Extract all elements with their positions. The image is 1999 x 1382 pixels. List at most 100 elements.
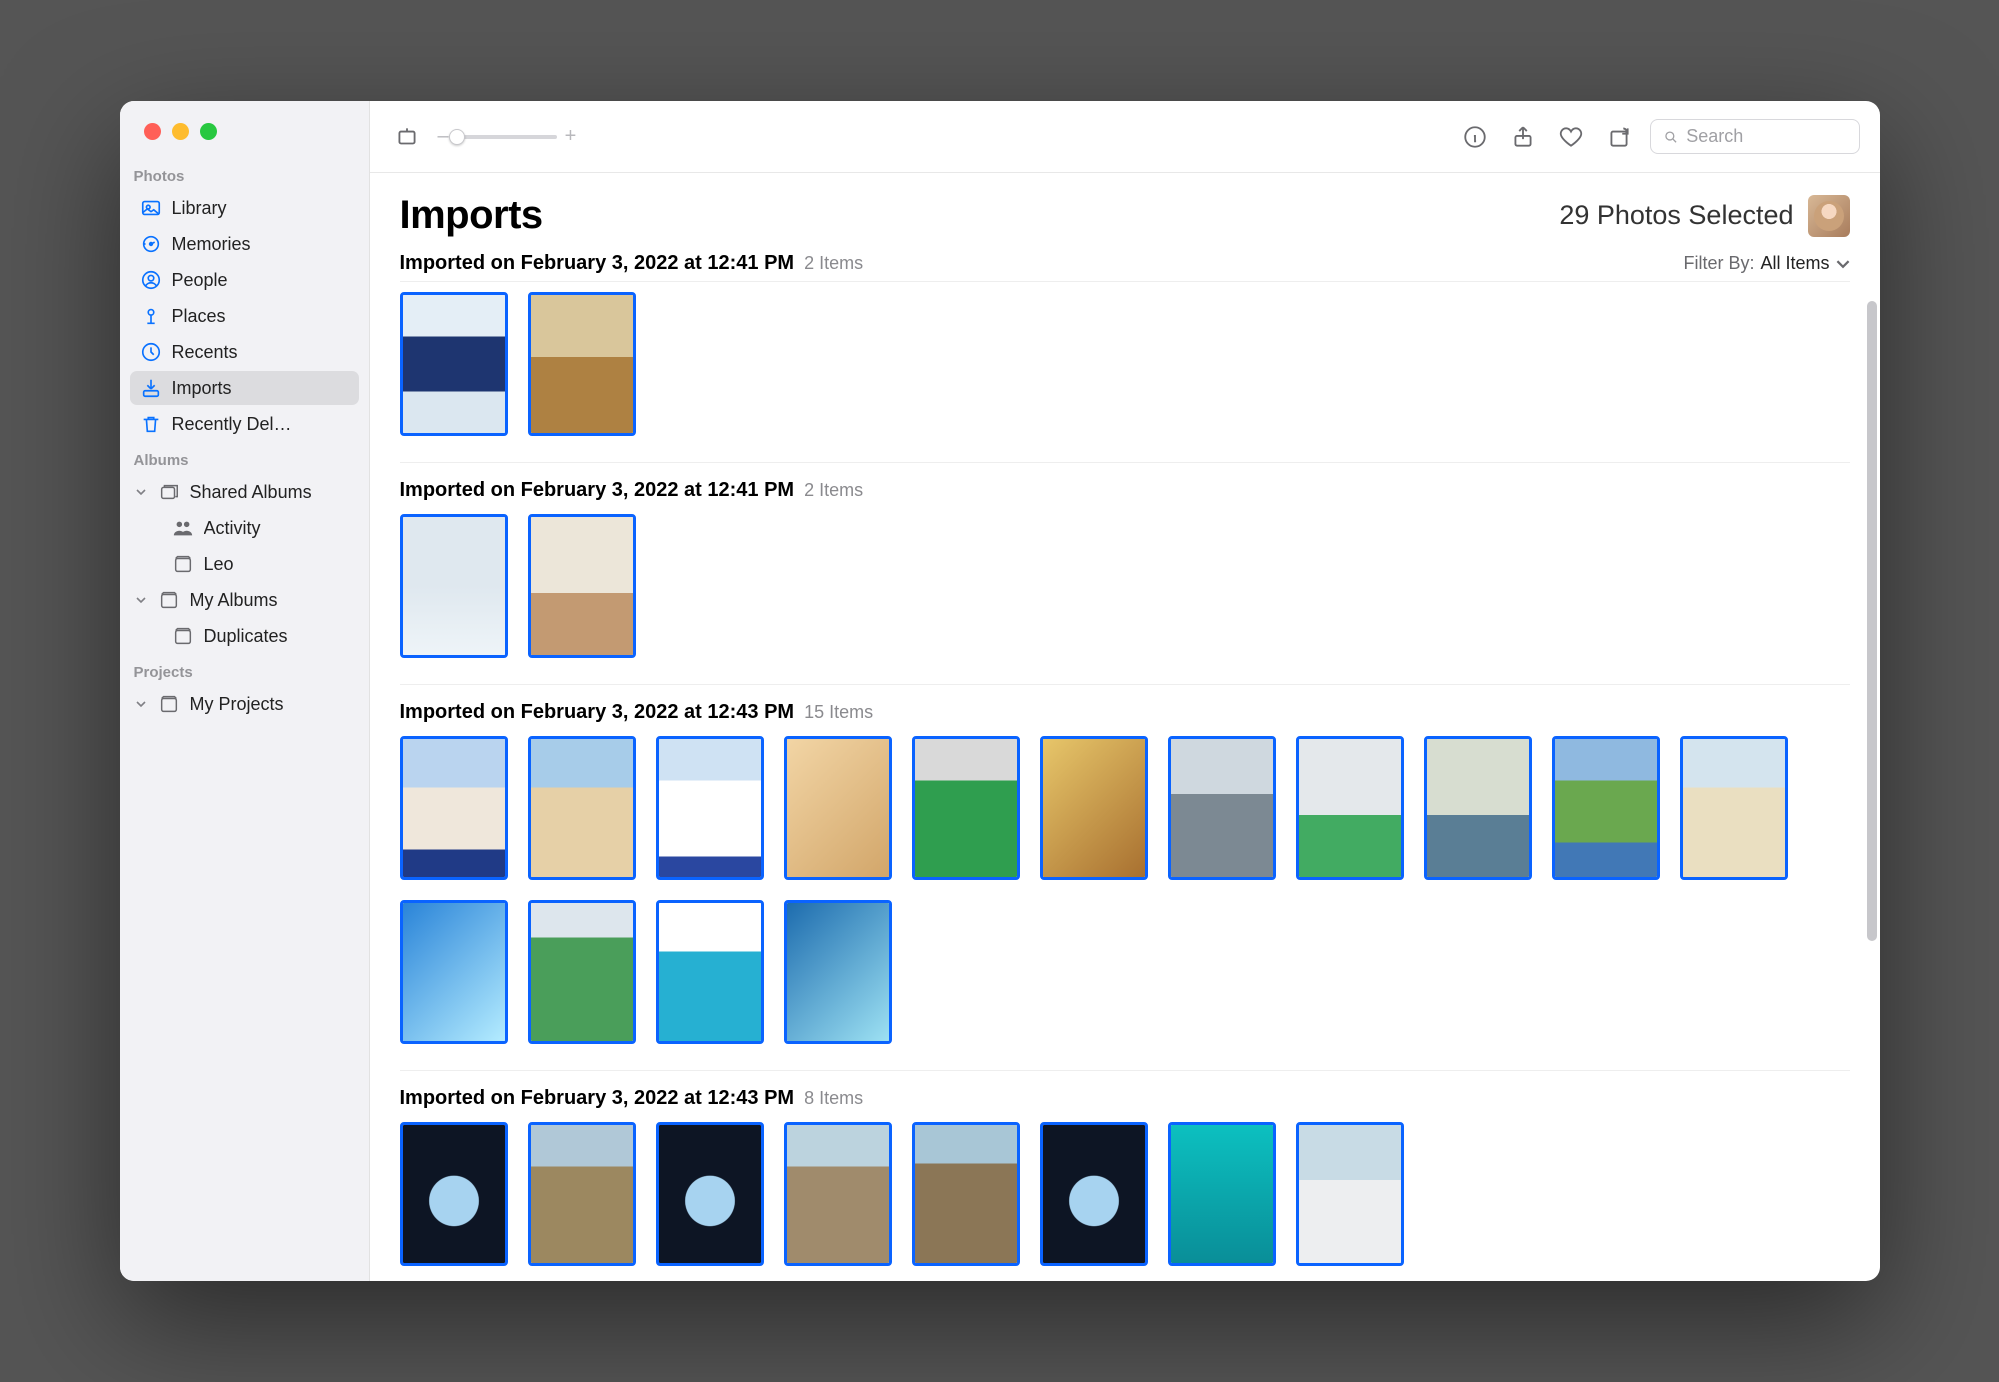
photo-image	[1683, 739, 1785, 877]
thumbnail-grid	[400, 292, 1850, 436]
window-controls	[120, 101, 369, 158]
sidebar-item-duplicates[interactable]: Duplicates	[130, 619, 359, 653]
photo-thumbnail[interactable]	[400, 900, 508, 1044]
section-count: 15 Items	[804, 702, 873, 723]
page-title: Imports	[400, 193, 543, 238]
photo-thumbnail[interactable]	[400, 292, 508, 436]
sidebar-item-recently-deleted[interactable]: Recently Del…	[130, 407, 359, 441]
photo-thumbnail[interactable]	[656, 736, 764, 880]
aspect-button[interactable]	[390, 120, 424, 154]
photo-image	[403, 903, 505, 1041]
sidebar-item-label: Recently Del…	[172, 414, 292, 435]
trash-icon	[140, 413, 162, 435]
photo-image	[1555, 739, 1657, 877]
zoom-slider[interactable]: – +	[438, 125, 577, 148]
sidebar-item-places[interactable]: Places	[130, 299, 359, 333]
photo-thumbnail[interactable]	[528, 736, 636, 880]
photo-image	[403, 295, 505, 433]
photo-image	[659, 739, 761, 877]
photo-thumbnail[interactable]	[1168, 1122, 1276, 1266]
section-title: Imported on February 3, 2022 at 12:41 PM	[400, 252, 795, 275]
photo-thumbnail[interactable]	[656, 1122, 764, 1266]
sidebar-item-activity[interactable]: Activity	[130, 511, 359, 545]
content-scroll[interactable]: Imports 29 Photos Selected Imported on F…	[370, 173, 1880, 1281]
sidebar-item-imports[interactable]: Imports	[130, 371, 359, 405]
sidebar-item-shared-albums[interactable]: Shared Albums	[130, 475, 359, 509]
photo-thumbnail[interactable]	[656, 900, 764, 1044]
filter-by-dropdown[interactable]: Filter By: All Items	[1683, 253, 1849, 274]
photo-image	[787, 1125, 889, 1263]
sidebar-item-people[interactable]: People	[130, 263, 359, 297]
minimize-window-button[interactable]	[172, 123, 189, 140]
section-header: Imported on February 3, 2022 at 12:41 PM…	[400, 462, 1850, 502]
close-window-button[interactable]	[144, 123, 161, 140]
photo-thumbnail[interactable]	[400, 514, 508, 658]
photo-thumbnail[interactable]	[1680, 736, 1788, 880]
photo-thumbnail[interactable]	[528, 514, 636, 658]
fullscreen-window-button[interactable]	[200, 123, 217, 140]
album-icon	[158, 589, 180, 611]
share-button[interactable]	[1506, 120, 1540, 154]
search-input[interactable]	[1686, 126, 1846, 147]
zoom-knob[interactable]	[449, 129, 465, 145]
photo-thumbnail[interactable]	[1552, 736, 1660, 880]
photo-thumbnail[interactable]	[1424, 736, 1532, 880]
chevron-down-icon	[1836, 257, 1850, 271]
sidebar-item-my-projects[interactable]: My Projects	[130, 687, 359, 721]
sidebar-item-label: Activity	[204, 518, 261, 539]
sidebar-item-label: Shared Albums	[190, 482, 312, 503]
recents-icon	[140, 341, 162, 363]
photo-thumbnail[interactable]	[528, 1122, 636, 1266]
photo-image	[1427, 739, 1529, 877]
photo-thumbnail[interactable]	[528, 900, 636, 1044]
section-header: Imported on February 3, 2022 at 12:43 PM…	[400, 684, 1850, 724]
info-button[interactable]	[1458, 120, 1492, 154]
photo-thumbnail[interactable]	[400, 1122, 508, 1266]
photo-thumbnail[interactable]	[784, 736, 892, 880]
photo-thumbnail[interactable]	[912, 1122, 1020, 1266]
photo-thumbnail[interactable]	[912, 736, 1020, 880]
filter-label: Filter By:	[1683, 253, 1754, 274]
zoom-minus[interactable]: –	[438, 125, 449, 148]
photo-image	[1043, 739, 1145, 877]
section-count: 2 Items	[804, 480, 863, 501]
sidebar-item-my-albums[interactable]: My Albums	[130, 583, 359, 617]
photo-image	[659, 903, 761, 1041]
photo-thumbnail[interactable]	[1296, 1122, 1404, 1266]
places-icon	[140, 305, 162, 327]
photo-image	[787, 903, 889, 1041]
search-field[interactable]	[1650, 119, 1860, 154]
import-section: Imported on February 3, 2022 at 12:43 PM…	[400, 1070, 1850, 1266]
favorite-button[interactable]	[1554, 120, 1588, 154]
photo-thumbnail[interactable]	[784, 900, 892, 1044]
sidebar-item-recents[interactable]: Recents	[130, 335, 359, 369]
photo-thumbnail[interactable]	[1040, 736, 1148, 880]
sidebar-item-memories[interactable]: Memories	[130, 227, 359, 261]
photo-image	[1299, 739, 1401, 877]
avatar[interactable]	[1808, 195, 1850, 237]
photo-thumbnail[interactable]	[528, 292, 636, 436]
section-title: Imported on February 3, 2022 at 12:43 PM	[400, 701, 795, 724]
sidebar-item-leo[interactable]: Leo	[130, 547, 359, 581]
chevron-down-icon[interactable]	[134, 487, 148, 497]
photo-image	[531, 1125, 633, 1263]
photo-thumbnail[interactable]	[400, 736, 508, 880]
chevron-down-icon[interactable]	[134, 595, 148, 605]
chevron-down-icon[interactable]	[134, 699, 148, 709]
people-icon	[140, 269, 162, 291]
zoom-track[interactable]	[457, 135, 557, 139]
photo-thumbnail[interactable]	[1296, 736, 1404, 880]
sidebar-item-label: Duplicates	[204, 626, 288, 647]
scrollbar[interactable]	[1867, 301, 1877, 941]
photo-thumbnail[interactable]	[1168, 736, 1276, 880]
sidebar-item-library[interactable]: Library	[130, 191, 359, 225]
zoom-plus[interactable]: +	[565, 125, 577, 148]
thumbnail-grid	[400, 736, 1850, 1044]
photo-thumbnail[interactable]	[1040, 1122, 1148, 1266]
sidebar-item-label: My Projects	[190, 694, 284, 715]
rotate-button[interactable]	[1602, 120, 1636, 154]
sidebar-item-label: Places	[172, 306, 226, 327]
section-count: 8 Items	[804, 1088, 863, 1109]
sidebar-item-label: Leo	[204, 554, 234, 575]
photo-thumbnail[interactable]	[784, 1122, 892, 1266]
